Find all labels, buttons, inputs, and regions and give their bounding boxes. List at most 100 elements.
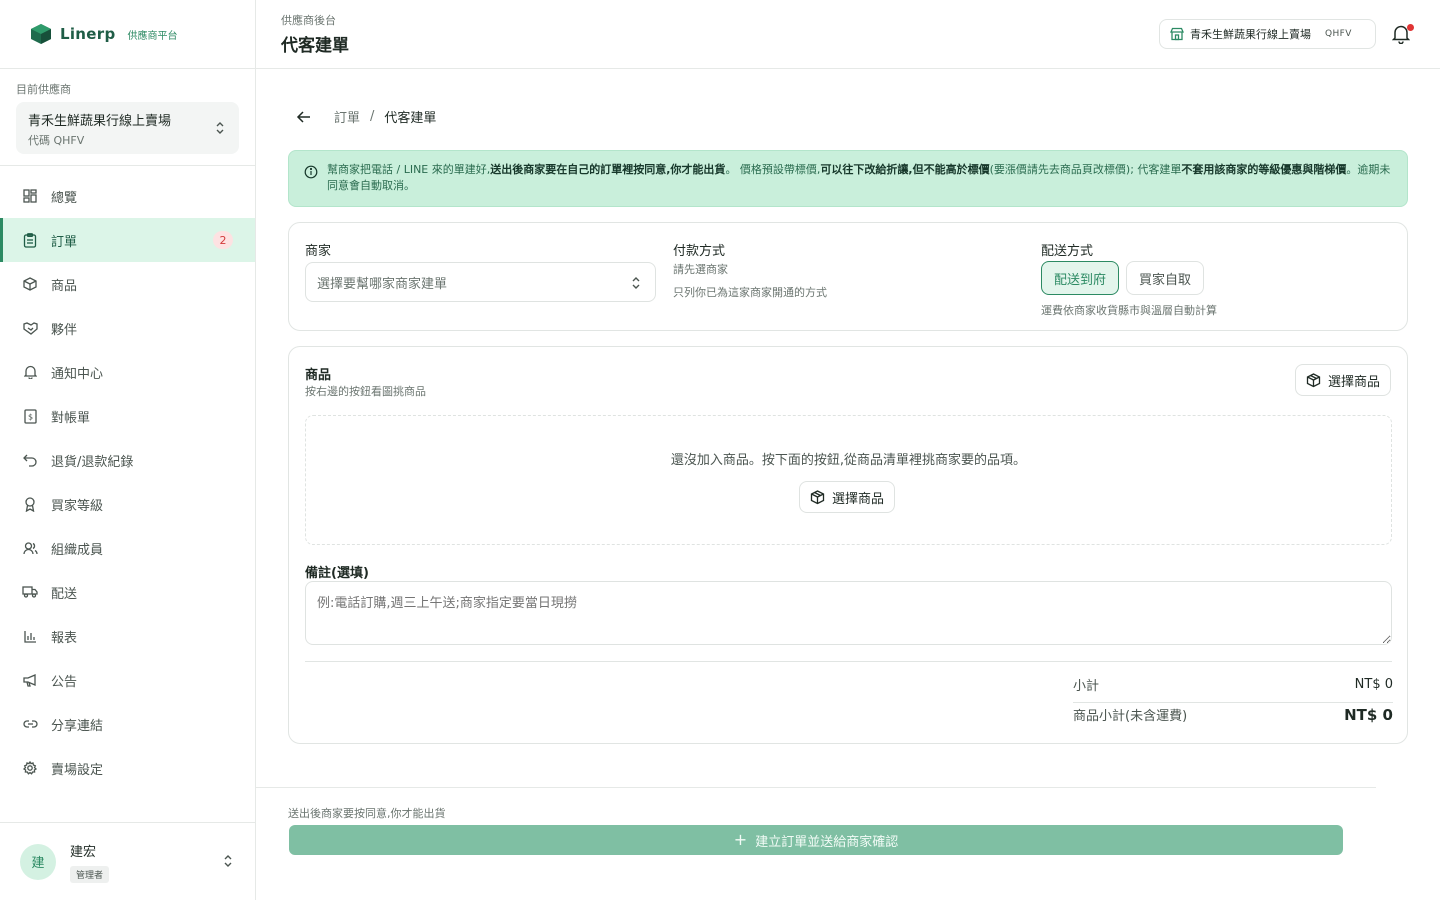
orders-count-badge: 2 xyxy=(213,231,233,249)
user-meta: 建宏 管理者 xyxy=(70,841,110,883)
page-title: 代客建單 xyxy=(281,36,349,56)
vendor-label: 目前供應商 xyxy=(16,83,71,96)
user-name: 建宏 xyxy=(70,844,97,860)
sidebar-item-members[interactable]: 組織成員 xyxy=(0,526,255,570)
info-icon xyxy=(304,165,318,179)
sidebar-item-announcements[interactable]: 公告 xyxy=(0,658,255,702)
divider xyxy=(305,661,1392,662)
header-subtitle: 供應商後台 xyxy=(281,14,336,27)
sidebar-item-label: 訂單 xyxy=(51,234,78,250)
user-menu[interactable]: 建 建宏 管理者 xyxy=(0,822,255,900)
submit-order-button[interactable]: + 建立訂單並送給商家確認 xyxy=(289,825,1343,855)
sidebar-item-partners[interactable]: 夥伴 xyxy=(0,306,255,350)
note-label: 備註(選填) xyxy=(305,566,369,581)
shipping-hint: 運費依商家收貨縣市與溫層自動計算 xyxy=(1041,304,1217,317)
package-plus-icon xyxy=(810,489,825,504)
sidebar-item-label: 商品 xyxy=(51,278,78,294)
sidebar-item-products[interactable]: 商品 xyxy=(0,262,255,306)
select-products-label: 選擇商品 xyxy=(832,491,885,507)
gear-icon xyxy=(22,760,38,776)
sidebar-item-overview[interactable]: 總覽 xyxy=(0,174,255,218)
payment-field: 付款方式 請先選商家 只列你已為這家商家開通的方式 xyxy=(673,240,1013,300)
submit-order-label: 建立訂單並送給商家確認 xyxy=(755,834,899,850)
items-subtotal-value: NT$ 0 xyxy=(1344,705,1393,724)
handshake-icon xyxy=(22,320,38,336)
notice-text-2: 。 價格預設帶標價, xyxy=(725,163,821,176)
order-settings-card: 商家 選擇要幫哪家商家建單 付款方式 請先選商家 只列你已為這家商家開通的方式 … xyxy=(288,222,1408,331)
box-icon xyxy=(22,276,38,292)
breadcrumb-separator: / xyxy=(370,109,375,124)
footer-note: 送出後商家要按同意,你才能出貨 xyxy=(288,807,446,820)
breadcrumb-parent[interactable]: 訂單 xyxy=(334,107,360,126)
select-products-button[interactable]: 選擇商品 xyxy=(1294,364,1391,396)
plus-icon: + xyxy=(733,830,748,849)
payment-hint-secondary: 只列你已為這家商家開通的方式 xyxy=(673,286,827,299)
chevron-updown-icon xyxy=(224,855,232,867)
breadcrumb-current: 代客建單 xyxy=(384,111,437,126)
sidebar-item-label: 退貨/退款紀錄 xyxy=(51,454,134,470)
store-switcher[interactable]: 青禾生鮮蔬果行線上賣場 QHFV xyxy=(1159,19,1376,49)
sidebar-item-label: 公告 xyxy=(51,674,78,690)
sidebar-item-label: 總覽 xyxy=(51,190,78,206)
footer-divider xyxy=(256,787,1376,788)
sidebar-item-label: 買家等級 xyxy=(51,498,104,514)
shipping-option-pickup[interactable]: 買家自取 xyxy=(1126,261,1205,295)
sidebar-item-delivery[interactable]: 配送 xyxy=(0,570,255,614)
empty-state-text: 還沒加入商品。按下面的按鈕,從商品清單裡挑商家要的品項。 xyxy=(670,453,1027,468)
breadcrumb: 訂單 / 代客建單 xyxy=(296,107,436,126)
notice-text-3: (要漲價請先去商品頁改標價); 代客建單 xyxy=(989,163,1182,176)
sidebar-item-buyer-tiers[interactable]: 買家等級 xyxy=(0,482,255,526)
megaphone-icon xyxy=(22,672,38,688)
subtotal-label: 小計 xyxy=(1073,679,1100,694)
items-subtotal-label: 商品小計(未含運費) xyxy=(1073,709,1188,724)
brand[interactable]: Linerp 供應商平台 xyxy=(0,0,255,69)
vendor-switcher: 目前供應商 青禾生鮮蔬果行線上賣場 代碼 QHFV xyxy=(0,69,255,166)
sidebar-item-reports[interactable]: 報表 xyxy=(0,614,255,658)
sidebar: Linerp 供應商平台 目前供應商 青禾生鮮蔬果行線上賣場 代碼 QHFV 總… xyxy=(0,0,256,900)
brand-name: Linerp xyxy=(60,25,116,43)
sidebar-item-orders[interactable]: 訂單 2 xyxy=(0,218,255,262)
notice-text-1: 幫商家把電話 / LINE 來的單建好, xyxy=(327,163,491,176)
subtotal-row: 小計 NT$ 0 xyxy=(1073,675,1393,703)
merchant-field: 商家 選擇要幫哪家商家建單 xyxy=(305,240,656,302)
select-products-label: 選擇商品 xyxy=(1327,374,1380,390)
undo-icon xyxy=(22,452,38,468)
sidebar-item-returns[interactable]: 退貨/退款紀錄 xyxy=(0,438,255,482)
sidebar-item-label: 賣場設定 xyxy=(51,762,104,778)
sidebar-item-label: 對帳單 xyxy=(51,410,91,426)
info-notice: 幫商家把電話 / LINE 來的單建好,送出後商家要在自己的訂單裡按同意,你才能… xyxy=(288,150,1408,207)
select-products-button-center[interactable]: 選擇商品 xyxy=(799,481,896,513)
store-icon xyxy=(1170,27,1184,41)
package-plus-icon xyxy=(1306,372,1321,387)
note-textarea[interactable] xyxy=(305,581,1392,645)
store-name: 青禾生鮮蔬果行線上賣場 xyxy=(1190,28,1311,41)
products-empty-state: 還沒加入商品。按下面的按鈕,從商品清單裡挑商家要的品項。 選擇商品 xyxy=(305,415,1392,545)
chevron-updown-icon xyxy=(632,277,640,289)
users-icon xyxy=(22,540,38,556)
award-icon xyxy=(22,496,38,512)
sidebar-item-label: 報表 xyxy=(51,630,78,646)
sidebar-item-label: 分享連結 xyxy=(51,718,104,734)
notice-bold-1: 送出後商家要在自己的訂單裡按同意,你才能出貨 xyxy=(490,163,726,176)
vendor-name: 青禾生鮮蔬果行線上賣場 xyxy=(28,114,172,129)
notice-bold-3: 不套用該商家的等級優惠與階梯價 xyxy=(1181,163,1347,176)
shipping-options: 配送到府 買家自取 xyxy=(1041,261,1381,295)
bar-chart-icon xyxy=(22,628,38,644)
back-arrow-icon[interactable] xyxy=(296,110,312,124)
sidebar-item-label: 配送 xyxy=(51,586,78,602)
shipping-option-delivery[interactable]: 配送到府 xyxy=(1041,261,1120,295)
store-code: QHFV xyxy=(1325,29,1352,39)
vendor-select[interactable]: 青禾生鮮蔬果行線上賣場 代碼 QHFV xyxy=(16,102,239,154)
top-header: 供應商後台 代客建單 青禾生鮮蔬果行線上賣場 QHFV xyxy=(256,0,1440,69)
sidebar-item-store-settings[interactable]: 賣場設定 xyxy=(0,746,255,790)
merchant-select[interactable]: 選擇要幫哪家商家建單 xyxy=(305,262,656,302)
products-subtitle: 按右邊的按鈕看圖挑商品 xyxy=(305,385,426,398)
chevron-updown-icon xyxy=(216,122,224,134)
sidebar-nav: 總覽 訂單 2 商品 夥伴 通知中心 $ 對帳單 退貨/退款紀錄 買家等級 組織… xyxy=(0,166,255,790)
sidebar-item-notifications[interactable]: 通知中心 xyxy=(0,350,255,394)
subtotal-value: NT$ 0 xyxy=(1354,677,1393,692)
sidebar-item-share-links[interactable]: 分享連結 xyxy=(0,702,255,746)
shipping-field: 配送方式 配送到府 買家自取 運費依商家收貨縣市與溫層自動計算 xyxy=(1041,240,1381,318)
sidebar-item-statements[interactable]: $ 對帳單 xyxy=(0,394,255,438)
items-subtotal-row: 商品小計(未含運費) NT$ 0 xyxy=(1073,705,1393,725)
